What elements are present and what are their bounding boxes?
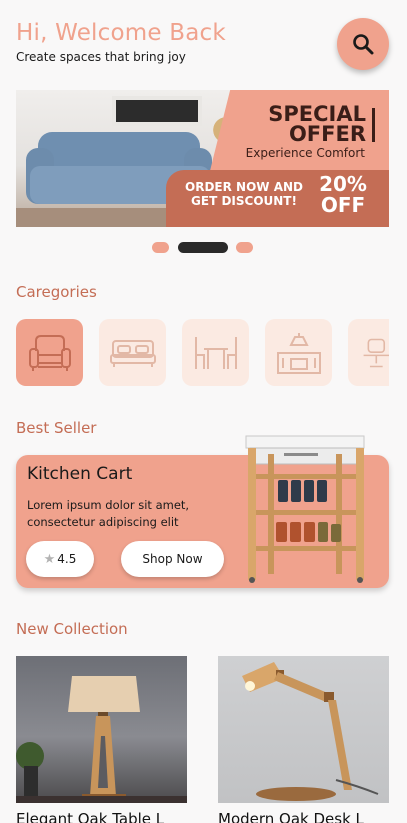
product-card-oak-desk-lamp[interactable] [218,656,389,803]
banner-headline-line2: OFFER [288,122,366,146]
banner-headline: SPECIAL OFFER [248,102,366,146]
category-armchair[interactable] [16,319,83,386]
rating-badge: ★ 4.5 [26,541,94,577]
rating-value: 4.5 [57,552,77,566]
category-kitchen[interactable] [265,319,332,386]
banner-discount: 20% OFF [316,174,370,216]
bed-icon [109,339,156,367]
categories-title: Caregories [16,283,97,301]
headline-bar [372,108,375,142]
discount-label: OFF [320,193,366,217]
carousel-dot-3[interactable] [236,242,253,253]
dining-table-icon [194,336,237,369]
product-card-oak-table-lamp[interactable] [16,656,187,803]
banner-tagline: Experience Comfort [245,146,365,160]
category-office[interactable] [348,319,389,386]
promo-banner[interactable]: SPECIAL OFFER Experience Comfort ORDER N… [16,90,389,227]
discount-value: 20% [319,172,367,196]
header: Hi, Welcome Back Create spaces that brin… [16,18,391,74]
star-icon: ★ [43,551,56,567]
category-bed[interactable] [99,319,166,386]
table-lamp-image [16,676,187,803]
carousel-dot-2-active[interactable] [178,242,228,253]
search-icon [353,34,374,55]
desk-chair-icon [363,338,389,367]
page-subtitle: Create spaces that bring joy [16,50,186,64]
product-name-2: Modern Oak Desk L [218,810,364,823]
carousel-dot-1[interactable] [152,242,169,253]
product-name-1: Elegant Oak Table L [16,810,165,823]
banner-headline-line1: SPECIAL [268,102,366,126]
best-seller-description: Lorem ipsum dolor sit amet, consectetur … [27,498,190,529]
fireplace-shape [112,96,202,126]
banner-cta-line2: GET DISCOUNT! [191,194,297,208]
banner-cta-line1: ORDER NOW AND [185,180,303,194]
desk-lamp-image [242,662,379,801]
page-title: Hi, Welcome Back [16,20,226,46]
kitchen-cart-image [245,435,365,583]
new-collection-title: New Collection [16,620,128,638]
category-dining[interactable] [182,319,249,386]
best-seller-title: Best Seller [16,419,97,437]
shop-now-button[interactable]: Shop Now [121,541,224,577]
banner-cta: ORDER NOW AND GET DISCOUNT! [180,180,308,208]
armchair-icon [28,334,71,371]
kitchen-icon [276,332,321,374]
search-button[interactable] [337,18,389,70]
best-seller-product-name: Kitchen Cart [27,464,133,484]
